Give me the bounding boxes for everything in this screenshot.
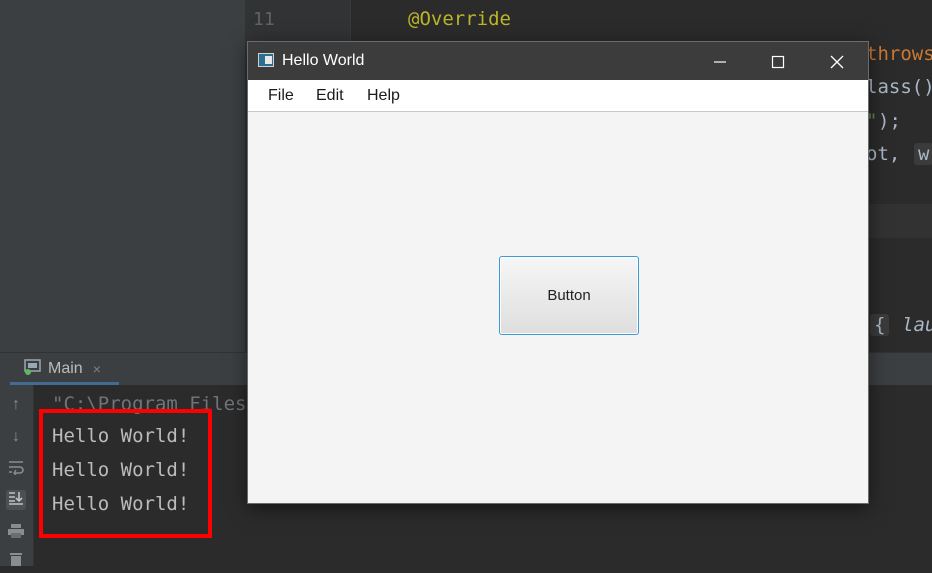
code-fragment-paren: ); <box>878 110 901 132</box>
menu-edit[interactable]: Edit <box>316 87 344 105</box>
close-button[interactable] <box>808 42 866 80</box>
run-tab-label: Main <box>48 360 83 377</box>
app-icon <box>258 53 274 67</box>
minimize-button[interactable] <box>691 42 749 80</box>
line-number: 11 <box>253 9 275 30</box>
menu-bar: File Edit Help <box>248 80 868 112</box>
trash-icon[interactable] <box>6 551 26 571</box>
menu-file[interactable]: File <box>268 87 294 105</box>
parameter-hint: w <box>914 143 932 165</box>
red-highlight-box <box>39 409 212 538</box>
arrow-down-icon[interactable]: ↓ <box>6 427 26 447</box>
code-fragment-brace: { <box>870 314 890 336</box>
code-fragment-class: lass() <box>866 76 932 98</box>
project-pane <box>0 0 245 352</box>
code-fragment-ot: ot, <box>866 143 901 165</box>
arrow-up-icon[interactable]: ↑ <box>6 395 26 415</box>
code-fragment-lau: lau <box>902 314 932 336</box>
run-toolbar: ↑ ↓ <box>0 385 34 566</box>
app-window: Hello World File Edit Help Button <box>247 41 869 504</box>
soft-wrap-icon[interactable] <box>6 459 26 479</box>
run-tab-main[interactable]: Main × <box>24 353 101 385</box>
close-icon[interactable]: × <box>93 361 101 377</box>
window-titlebar[interactable]: Hello World <box>248 42 868 80</box>
run-config-icon <box>24 358 42 380</box>
window-title: Hello World <box>282 52 365 69</box>
maximize-button[interactable] <box>749 42 807 80</box>
scroll-to-end-icon[interactable] <box>6 490 26 510</box>
main-button[interactable]: Button <box>499 256 639 335</box>
code-annotation: @Override <box>408 8 511 30</box>
menu-help[interactable]: Help <box>367 87 400 105</box>
print-icon[interactable] <box>6 523 26 543</box>
code-fragment-throws: throws <box>866 43 932 65</box>
window-content: Button <box>248 112 868 503</box>
